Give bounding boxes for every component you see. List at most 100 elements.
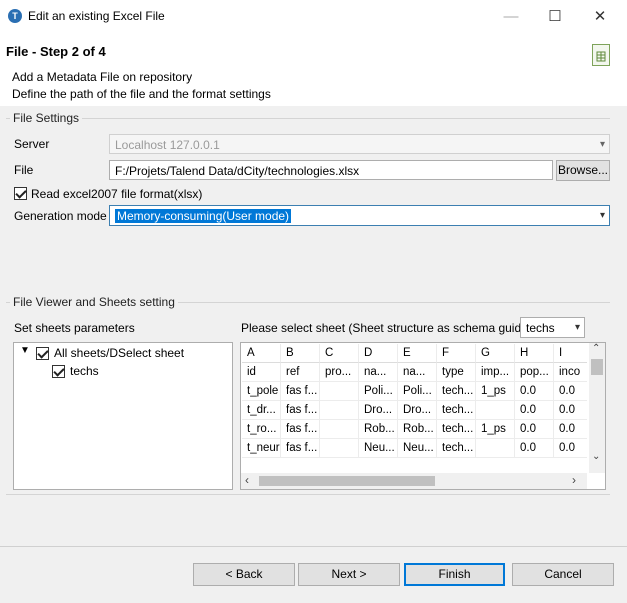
window-title: Edit an existing Excel File bbox=[28, 9, 165, 23]
title-bar: T Edit an existing Excel File — ☐ ✕ bbox=[0, 0, 627, 34]
vertical-scrollbar[interactable]: ⌃ ⌄ bbox=[589, 343, 605, 473]
chevron-down-icon: ▾ bbox=[599, 210, 605, 221]
table-cell[interactable]: na... bbox=[359, 363, 398, 382]
column-header[interactable]: H bbox=[515, 344, 554, 363]
table-cell[interactable] bbox=[320, 382, 359, 401]
close-button[interactable]: ✕ bbox=[586, 5, 614, 29]
wizard-content: File Settings Server Localhost 127.0.0.1… bbox=[0, 106, 627, 603]
vertical-scroll-thumb[interactable] bbox=[591, 359, 603, 375]
sheets-params-label: Set sheets parameters bbox=[14, 321, 135, 335]
read-excel2007-label: Read excel2007 file format(xlsx) bbox=[31, 187, 203, 201]
sheet-preview-table: A B C D E F G H Iid ref pro... na... na... type imp...… bbox=[240, 342, 606, 490]
table-cell[interactable]: imp... bbox=[476, 363, 515, 382]
table-cell[interactable]: Neu... bbox=[359, 439, 398, 458]
column-header[interactable]: E bbox=[398, 344, 437, 363]
maximize-button[interactable]: ☐ bbox=[541, 5, 569, 29]
scroll-left-icon[interactable]: ‹ bbox=[245, 473, 249, 487]
table-cell[interactable]: 0.0 bbox=[515, 401, 554, 420]
techs-sheet-checkbox[interactable] bbox=[52, 365, 65, 378]
chevron-down-icon: ▾ bbox=[574, 322, 580, 333]
minimize-button[interactable]: — bbox=[497, 5, 525, 29]
table-cell[interactable]: Rob... bbox=[398, 420, 437, 439]
table-cell[interactable] bbox=[320, 420, 359, 439]
read-excel2007-checkbox[interactable] bbox=[14, 187, 27, 200]
chevron-down-icon: ▾ bbox=[599, 139, 605, 150]
wizard-description-line1: Add a Metadata File on repository bbox=[12, 70, 193, 84]
table-cell[interactable]: tech... bbox=[437, 401, 476, 420]
horizontal-scrollbar[interactable]: ‹ › bbox=[241, 473, 587, 489]
file-label: File bbox=[14, 163, 34, 177]
table-cell[interactable]: Neu... bbox=[398, 439, 437, 458]
table-cell[interactable]: id bbox=[242, 363, 281, 382]
table-cell[interactable]: t_neur bbox=[242, 439, 281, 458]
button-bar-separator bbox=[0, 546, 627, 547]
tree-item-techs[interactable]: techs bbox=[70, 364, 99, 378]
table-cell[interactable]: Dro... bbox=[398, 401, 437, 420]
server-label: Server bbox=[14, 137, 50, 151]
server-value: Localhost 127.0.0.1 bbox=[115, 138, 220, 152]
talend-app-icon: T bbox=[8, 9, 22, 23]
scroll-up-icon[interactable]: ⌃ bbox=[592, 343, 600, 354]
column-header[interactable]: C bbox=[320, 344, 359, 363]
horizontal-scroll-thumb[interactable] bbox=[259, 476, 435, 486]
table-cell[interactable]: Poli... bbox=[359, 382, 398, 401]
sheets-tree: ▼ All sheets/DSelect sheet techs bbox=[13, 342, 233, 490]
wizard-description-line2: Define the path of the file and the form… bbox=[12, 87, 271, 101]
scroll-down-icon[interactable]: ⌄ bbox=[592, 451, 600, 462]
table-cell[interactable]: type bbox=[437, 363, 476, 382]
column-header[interactable]: I bbox=[554, 344, 587, 363]
table-cell[interactable]: 0.0 bbox=[554, 401, 587, 420]
column-header[interactable]: D bbox=[359, 344, 398, 363]
table-cell[interactable]: 0.0 bbox=[515, 439, 554, 458]
sheet-select-value: techs bbox=[526, 321, 555, 335]
table-cell[interactable]: 0.0 bbox=[515, 420, 554, 439]
table-cell[interactable]: fas f... bbox=[281, 420, 320, 439]
cancel-button[interactable]: Cancel bbox=[512, 563, 614, 586]
server-combo: Localhost 127.0.0.1 ▾ bbox=[109, 134, 610, 154]
table-cell[interactable] bbox=[476, 439, 515, 458]
finish-button[interactable]: Finish bbox=[404, 563, 505, 586]
table-cell[interactable]: Dro... bbox=[359, 401, 398, 420]
file-path-input[interactable]: F:/Projets/Talend Data/dCity/technologie… bbox=[109, 160, 553, 180]
table-cell[interactable]: 0.0 bbox=[515, 382, 554, 401]
table-cell[interactable]: fas f... bbox=[281, 382, 320, 401]
wizard-header: File - Step 2 of 4 Add a Metadata File o… bbox=[0, 33, 627, 107]
table-cell[interactable]: ref bbox=[281, 363, 320, 382]
table-cell[interactable]: 1_ps bbox=[476, 382, 515, 401]
next-button[interactable]: Next > bbox=[298, 563, 400, 586]
table-cell[interactable] bbox=[320, 401, 359, 420]
table-cell[interactable]: inco bbox=[554, 363, 587, 382]
column-header[interactable]: A bbox=[242, 344, 281, 363]
table-cell[interactable]: 1_ps bbox=[476, 420, 515, 439]
table-cell[interactable]: Rob... bbox=[359, 420, 398, 439]
back-button[interactable]: < Back bbox=[193, 563, 295, 586]
table-cell[interactable]: fas f... bbox=[281, 439, 320, 458]
expand-chevron-icon[interactable]: ▼ bbox=[20, 345, 30, 356]
all-sheets-checkbox[interactable] bbox=[36, 347, 49, 360]
column-header[interactable]: B bbox=[281, 344, 320, 363]
tree-item-all-sheets[interactable]: All sheets/DSelect sheet bbox=[54, 346, 184, 360]
table-cell[interactable]: na... bbox=[398, 363, 437, 382]
table-cell[interactable]: 0.0 bbox=[554, 439, 587, 458]
table-cell[interactable]: pop... bbox=[515, 363, 554, 382]
sheet-select[interactable]: techs ▾ bbox=[520, 317, 585, 338]
table-cell[interactable]: tech... bbox=[437, 439, 476, 458]
table-cell[interactable]: t_dr... bbox=[242, 401, 281, 420]
table-cell[interactable]: 0.0 bbox=[554, 420, 587, 439]
table-cell[interactable] bbox=[476, 401, 515, 420]
table-cell[interactable]: Poli... bbox=[398, 382, 437, 401]
table-cell[interactable]: t_pole bbox=[242, 382, 281, 401]
browse-button[interactable]: Browse... bbox=[556, 160, 610, 181]
column-header[interactable]: F bbox=[437, 344, 476, 363]
table-cell[interactable]: fas f... bbox=[281, 401, 320, 420]
table-cell[interactable]: pro... bbox=[320, 363, 359, 382]
table-cell[interactable]: t_ro... bbox=[242, 420, 281, 439]
column-header[interactable]: G bbox=[476, 344, 515, 363]
table-cell[interactable] bbox=[320, 439, 359, 458]
table-cell[interactable]: 0.0 bbox=[554, 382, 587, 401]
scroll-right-icon[interactable]: › bbox=[572, 473, 576, 487]
generation-mode-combo[interactable]: Memory-consuming(User mode) ▾ bbox=[109, 205, 610, 226]
table-cell[interactable]: tech... bbox=[437, 382, 476, 401]
table-cell[interactable]: tech... bbox=[437, 420, 476, 439]
step-title: File - Step 2 of 4 bbox=[6, 44, 106, 59]
